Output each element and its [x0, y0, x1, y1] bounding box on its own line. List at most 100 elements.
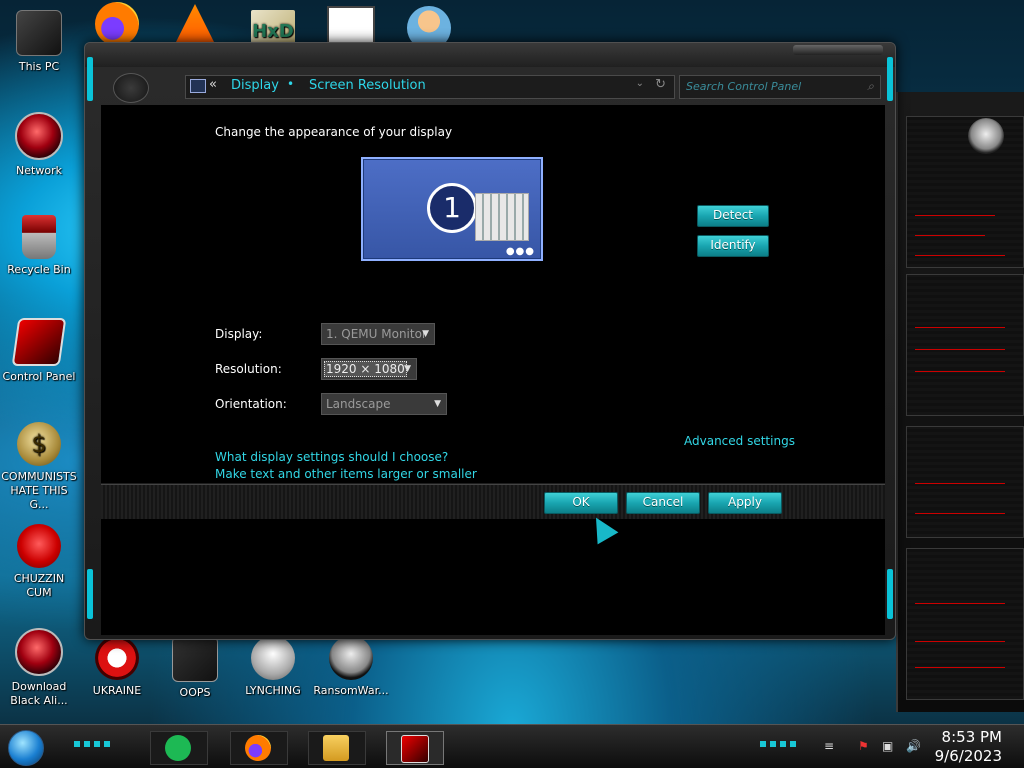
show-hidden-icons-icon[interactable]: ≡ — [824, 739, 838, 753]
taskbar-explorer[interactable] — [308, 731, 366, 765]
window-grid-icon — [475, 193, 529, 241]
volume-icon[interactable]: 🔊 — [906, 739, 921, 753]
network-tray-icon[interactable]: ▣ — [882, 739, 896, 753]
taskbar-clock[interactable]: 8:53 PM 9/6/2023 — [935, 728, 1002, 766]
money-bag-icon: $ — [17, 422, 61, 466]
taskbar-firefox[interactable] — [230, 731, 288, 765]
display-help-link[interactable]: What display settings should I choose? — [215, 450, 448, 464]
folder-icon — [323, 735, 349, 761]
apply-button[interactable]: Apply — [708, 492, 782, 514]
skull-icon — [329, 636, 373, 680]
orientation-label: Orientation: — [215, 397, 287, 411]
orientation-select-value: Landscape — [326, 397, 391, 411]
display-select[interactable]: 1. QEMU Monitor ▼ — [321, 323, 435, 345]
desktop-icon-label: This PC — [18, 60, 60, 73]
desktop-icon-communists[interactable]: $ COMMUNISTS HATE THIS G... — [0, 422, 78, 512]
desktop-icon-label: LYNCHING — [245, 684, 301, 697]
desktop-icon-label: OOPS — [179, 686, 211, 699]
desktop-icon-label: UKRAINE — [92, 684, 142, 697]
orientation-select[interactable]: Landscape ▼ — [321, 393, 447, 415]
clock-panel — [906, 116, 1024, 268]
resolution-select[interactable]: 1920 × 1080 ▼ — [321, 358, 417, 380]
desktop-icon-label: RansomWar... — [313, 684, 389, 697]
taskbar-decoration — [74, 741, 114, 747]
control-panel-icon — [401, 735, 429, 763]
chevron-down-icon: ▼ — [422, 329, 429, 339]
ukraine-icon — [95, 636, 139, 680]
desktop-icon-label: Control Panel — [2, 370, 76, 383]
taskbar-control-panel[interactable] — [386, 731, 444, 765]
display-select-value: 1. QEMU Monitor — [326, 327, 427, 341]
this-pc-icon — [16, 10, 62, 56]
display-label: Display: — [215, 327, 263, 341]
system-panel — [906, 274, 1024, 416]
desktop-icon-download-black[interactable]: Download Black Ali... — [0, 628, 78, 708]
desktop-icon-ukraine[interactable]: UKRAINE — [78, 636, 156, 698]
breadcrumb-overflow-icon[interactable]: « — [209, 77, 217, 92]
network-icon — [15, 112, 63, 160]
clock-date: 9/6/2023 — [934, 747, 1002, 765]
window-footer — [101, 519, 885, 635]
cancel-button[interactable]: Cancel — [626, 492, 700, 514]
desktop-icon-this-pc[interactable]: This PC — [0, 10, 78, 74]
address-bar[interactable]: « Display • Screen Resolution ⌄ ↻ — [185, 75, 675, 99]
search-input[interactable]: Search Control Panel ⌕ — [679, 75, 881, 99]
breadcrumb-display[interactable]: Display — [231, 78, 279, 93]
monitor-number: 1 — [427, 183, 477, 233]
action-center-flag-icon[interactable]: ⚑ — [858, 739, 872, 753]
breadcrumb-separator-icon[interactable]: • — [287, 77, 294, 91]
recycle-bin-icon — [22, 215, 56, 259]
content-area: Change the appearance of your display 1 … — [101, 105, 885, 483]
left-accent — [87, 57, 93, 101]
dots-icon: ●●● — [505, 246, 535, 257]
firefox-icon — [95, 2, 139, 46]
left-accent-bottom — [87, 569, 93, 619]
desktop-icon-chuzzin[interactable]: CHUZZIN CUM — [0, 524, 78, 600]
taskbar: ≡ ⚑ ▣ 🔊 8:53 PM 9/6/2023 — [0, 724, 1024, 768]
desktop-icon-label: Recycle Bin — [7, 263, 71, 276]
window-titlebar[interactable] — [85, 43, 895, 67]
desktop-icon-lynching[interactable]: LYNCHING — [234, 636, 312, 698]
desktop-icon-recycle-bin[interactable]: Recycle Bin — [0, 215, 78, 277]
text-size-link[interactable]: Make text and other items larger or smal… — [215, 467, 477, 481]
page-title: Change the appearance of your display — [215, 125, 453, 139]
drives-panel — [906, 548, 1024, 700]
monitor-preview[interactable]: 1 ●●● — [361, 157, 543, 261]
desktop-icon-label: COMMUNISTS HATE THIS G... — [1, 470, 77, 511]
desktop-icon-network[interactable]: Network — [0, 112, 78, 178]
taskbar-decoration — [760, 741, 800, 747]
alienware-icon — [15, 628, 63, 676]
ok-button[interactable]: OK — [544, 492, 618, 514]
resolution-select-value: 1920 × 1080 — [324, 361, 407, 377]
desktop-icon-oops[interactable]: OOPS — [156, 636, 234, 700]
chevron-down-icon: ▼ — [434, 399, 441, 409]
clock-time: 8:53 PM — [941, 728, 1002, 746]
identify-button[interactable]: Identify — [697, 235, 769, 257]
chevron-down-icon[interactable]: ⌄ — [636, 78, 644, 89]
system-monitor-gadget — [896, 92, 1024, 712]
back-forward-button[interactable] — [113, 73, 149, 103]
desktop-icon-ransomware[interactable]: RansomWar... — [312, 636, 390, 698]
screen-resolution-window: « Display • Screen Resolution ⌄ ↻ Search… — [84, 42, 896, 640]
detect-button[interactable]: Detect — [697, 205, 769, 227]
start-button[interactable] — [8, 730, 44, 766]
chevron-down-icon: ▼ — [404, 364, 411, 374]
chuzzle-icon — [17, 524, 61, 568]
desktop-icon-control-panel[interactable]: Control Panel — [0, 318, 78, 384]
search-placeholder: Search Control Panel — [686, 80, 802, 93]
search-icon[interactable]: ⌕ — [867, 79, 874, 94]
right-accent-bottom — [887, 569, 893, 619]
refresh-icon[interactable]: ↻ — [655, 77, 666, 92]
advanced-settings-link[interactable]: Advanced settings — [684, 434, 795, 448]
desktop-icon-label: Network — [16, 164, 62, 177]
desktop-icon-label: Download Black Ali... — [10, 680, 68, 707]
alien-logo-icon — [968, 118, 1004, 154]
computer-icon — [190, 79, 206, 93]
window-caption-buttons[interactable] — [793, 45, 883, 55]
oops-icon — [172, 636, 218, 682]
button-bar: OK Cancel Apply — [101, 484, 885, 520]
control-panel-icon — [11, 318, 67, 366]
breadcrumb-screen-resolution[interactable]: Screen Resolution — [309, 78, 426, 93]
taskbar-spotify[interactable] — [150, 731, 208, 765]
firefox-icon — [245, 735, 271, 761]
